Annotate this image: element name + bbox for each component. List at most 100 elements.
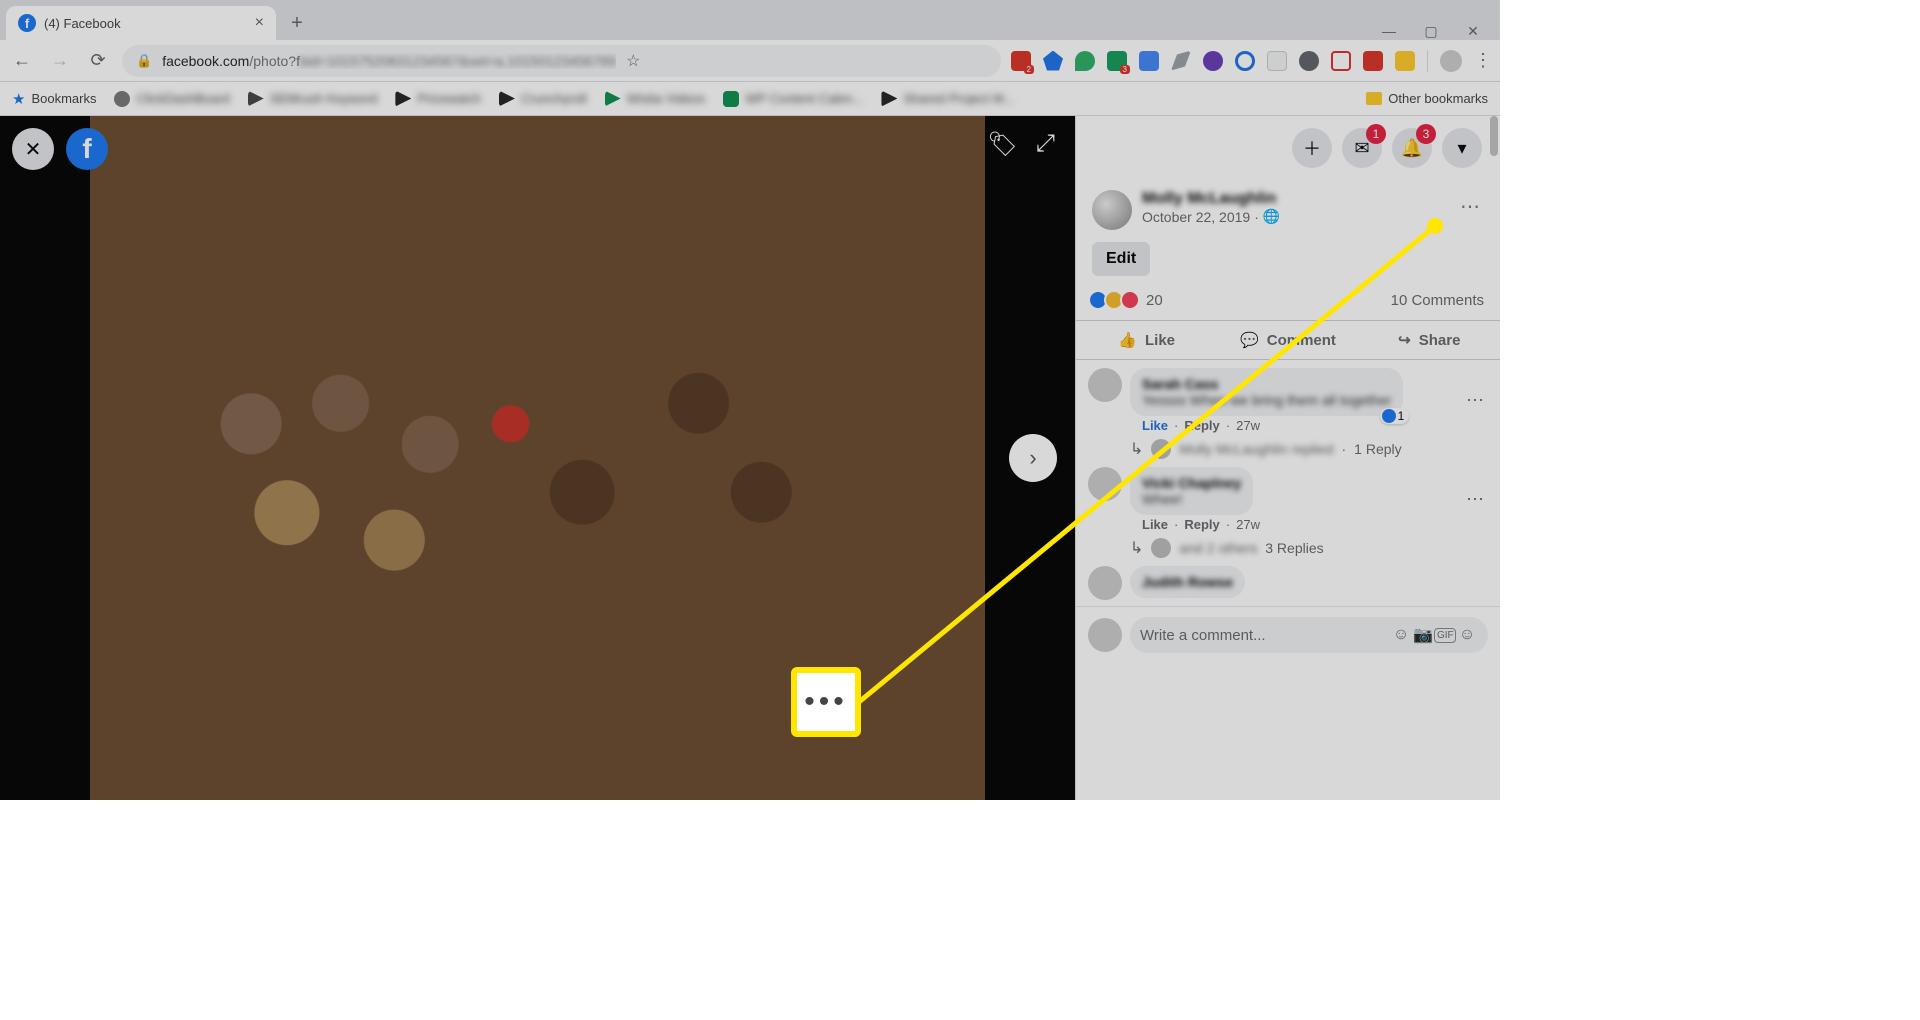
folder-icon: [1366, 92, 1382, 105]
comments-list: Sarah Cass Yessss When we bring them all…: [1076, 360, 1500, 606]
extension-icon[interactable]: [1395, 51, 1415, 71]
photo-viewer: ✕ f 🏷 ⤢ › ＋ ✉1 🔔3 ▾ Molly McLaughlin Oct…: [0, 116, 1500, 800]
privacy-icon[interactable]: 🌐: [1263, 208, 1280, 225]
reload-button[interactable]: ⟳: [84, 50, 112, 71]
replier-avatar: [1151, 538, 1171, 558]
post-date[interactable]: October 22, 2019: [1142, 209, 1250, 225]
comment-bubble: Judith Rowse: [1130, 566, 1245, 598]
share-button[interactable]: ↪Share: [1359, 321, 1500, 359]
bookmarks-bar: ★Bookmarks ClickDashBoard SEMrush Keywor…: [0, 82, 1500, 116]
commenter-avatar[interactable]: [1088, 368, 1122, 402]
chrome-profile-avatar[interactable]: [1440, 50, 1462, 72]
extension-evernote-icon[interactable]: [1075, 51, 1095, 71]
window-close-icon[interactable]: ✕: [1464, 23, 1482, 40]
comment-options-button[interactable]: ⋯: [1462, 390, 1488, 411]
like-button[interactable]: 👍Like: [1076, 321, 1217, 359]
comment-reply-link[interactable]: Reply: [1184, 418, 1219, 433]
author-name[interactable]: Molly McLaughlin: [1142, 190, 1446, 208]
bookmark-item[interactable]: ★Bookmarks: [12, 90, 96, 108]
tab-strip: f (4) Facebook × + — ▢ ✕: [0, 0, 1500, 40]
reaction-love-icon: [1120, 290, 1140, 310]
author-avatar[interactable]: [1092, 190, 1132, 230]
browser-tab[interactable]: f (4) Facebook ×: [6, 6, 276, 40]
url-text: facebook.com/photo?fbid=1015752063123456…: [162, 53, 616, 69]
camera-icon[interactable]: 📷: [1412, 625, 1434, 645]
bookmark-item[interactable]: SEMrush Keyword: [248, 91, 378, 107]
commenter-name[interactable]: Vicki Chaplney: [1142, 475, 1241, 491]
my-avatar[interactable]: [1088, 618, 1122, 652]
comment-options-button[interactable]: ⋯: [1462, 489, 1488, 510]
extension-icon[interactable]: [1235, 51, 1255, 71]
edit-button[interactable]: Edit: [1092, 242, 1150, 276]
facebook-logo[interactable]: f: [66, 128, 108, 170]
comment-reaction-pill[interactable]: 1: [1380, 408, 1410, 424]
view-replies-link[interactable]: ↳ Molly McLaughlin replied · 1 Reply: [1088, 439, 1488, 459]
comments-count[interactable]: 10 Comments: [1391, 292, 1484, 309]
messenger-button[interactable]: ✉1: [1342, 128, 1382, 168]
messenger-icon: ✉: [1354, 138, 1369, 159]
comment-age: 27w: [1236, 517, 1260, 532]
close-viewer-button[interactable]: ✕: [12, 128, 54, 170]
comment-button[interactable]: 💬Comment: [1217, 321, 1358, 359]
lock-icon: 🔒: [136, 53, 152, 69]
extension-icon[interactable]: [1043, 51, 1063, 71]
new-tab-button[interactable]: +: [282, 8, 312, 38]
comment-like-link[interactable]: Like: [1142, 517, 1168, 532]
back-button[interactable]: ←: [8, 50, 36, 71]
extension-icon[interactable]: [1011, 51, 1031, 71]
forward-button[interactable]: →: [46, 50, 74, 71]
extension-icon[interactable]: [1171, 51, 1191, 71]
extension-icon[interactable]: [1107, 51, 1127, 71]
commenter-name[interactable]: Sarah Cass: [1142, 376, 1391, 392]
tag-icon[interactable]: 🏷: [987, 130, 1017, 159]
comment-text: Yessss When we bring them all together: [1142, 392, 1391, 408]
comment-age: 27w: [1236, 418, 1260, 433]
commenter-name[interactable]: Judith Rowse: [1142, 574, 1233, 590]
extension-icon[interactable]: [1139, 51, 1159, 71]
bookmark-item[interactable]: Shared Project M...: [881, 91, 1014, 107]
commenter-avatar[interactable]: [1088, 566, 1122, 600]
bookmark-item[interactable]: Wistia Videos: [605, 91, 706, 107]
extension-icons: ⋮: [1011, 50, 1492, 72]
emoji-icon[interactable]: ☺: [1390, 626, 1412, 644]
reactions-summary: 20 10 Comments: [1076, 284, 1500, 321]
comment: Vicki Chaplney Whee! Like · Reply · 27w …: [1088, 467, 1488, 532]
view-replies-link[interactable]: ↳ and 2 others 3 Replies: [1088, 538, 1488, 558]
create-button[interactable]: ＋: [1292, 128, 1332, 168]
photo-stage: ✕ f 🏷 ⤢ ›: [0, 116, 1075, 800]
notifications-button[interactable]: 🔔3: [1392, 128, 1432, 168]
extension-icon[interactable]: [1203, 51, 1223, 71]
sticker-icon[interactable]: ☺: [1456, 626, 1478, 644]
commenter-avatar[interactable]: [1088, 467, 1122, 501]
gif-icon[interactable]: GIF: [1434, 628, 1456, 643]
account-menu-button[interactable]: ▾: [1442, 128, 1482, 168]
other-bookmarks[interactable]: Other bookmarks: [1366, 91, 1488, 106]
ellipsis-icon: •••: [804, 685, 848, 719]
tab-close-icon[interactable]: ×: [255, 14, 264, 32]
comment-reply-link[interactable]: Reply: [1184, 517, 1219, 532]
fullscreen-icon[interactable]: ⤢: [1036, 130, 1055, 159]
bookmark-item[interactable]: WP Content Calen...: [723, 91, 863, 107]
bookmark-item[interactable]: Pricewatch: [395, 91, 481, 107]
window-maximize-icon[interactable]: ▢: [1422, 23, 1440, 40]
comment-like-link[interactable]: Like: [1142, 418, 1168, 433]
window-minimize-icon[interactable]: —: [1380, 23, 1398, 40]
comment-input[interactable]: Write a comment... ☺ 📷 GIF ☺: [1130, 617, 1488, 653]
extension-icon[interactable]: [1299, 51, 1319, 71]
post-options-button[interactable]: ⋯: [1456, 190, 1484, 223]
bookmark-star-icon[interactable]: ☆: [626, 51, 640, 71]
chrome-menu-icon[interactable]: ⋮: [1474, 50, 1492, 71]
extension-icon[interactable]: [1331, 51, 1351, 71]
browser-toolbar: ← → ⟳ 🔒 facebook.com/photo?fbid=10157520…: [0, 40, 1500, 82]
comment: Judith Rowse: [1088, 566, 1488, 600]
reaction-icons[interactable]: 20: [1092, 290, 1163, 310]
extension-icon[interactable]: [1267, 51, 1287, 71]
bookmark-item[interactable]: Crunchyroll: [499, 91, 587, 107]
reaction-count: 20: [1146, 292, 1163, 309]
next-photo-button[interactable]: ›: [1009, 434, 1057, 482]
scrollbar[interactable]: [1488, 116, 1500, 800]
facebook-top-buttons: ＋ ✉1 🔔3 ▾: [1076, 116, 1500, 180]
extension-abp-icon[interactable]: [1363, 51, 1383, 71]
bookmark-item[interactable]: ClickDashBoard: [114, 91, 229, 107]
address-bar[interactable]: 🔒 facebook.com/photo?fbid=10157520631234…: [122, 45, 1001, 77]
